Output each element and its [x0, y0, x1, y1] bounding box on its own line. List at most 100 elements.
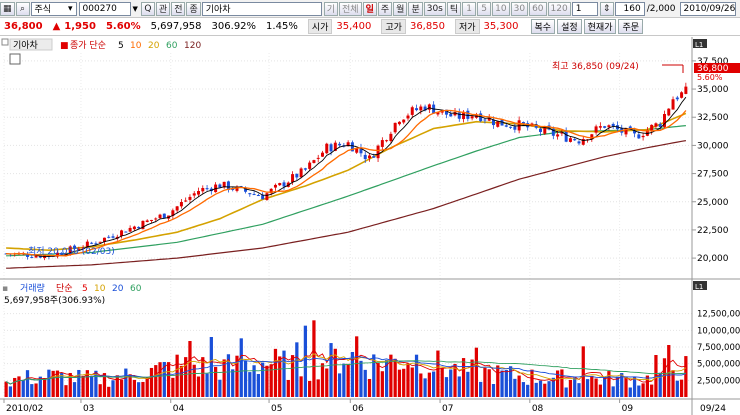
period-button-120[interactable]: 120 [547, 1, 571, 16]
candle-up [149, 219, 153, 221]
stock-button[interactable]: 종 [186, 1, 201, 16]
ma-legend-20: 20 [148, 41, 160, 51]
panel-toggle-icon[interactable] [1, 38, 9, 46]
volume-bar [585, 379, 590, 397]
volume-bar [513, 378, 517, 397]
candle-down [338, 143, 342, 146]
candle-down [415, 108, 419, 111]
candle-up [154, 218, 158, 220]
turnover-rate: 1.45% [266, 21, 298, 32]
price-tick-label: 25,000 [697, 198, 729, 208]
candle-down [564, 131, 568, 142]
candle-up [184, 200, 188, 202]
spin-icon[interactable]: ⇕ [599, 1, 614, 16]
candle-up [594, 126, 598, 133]
volume-bar [107, 386, 111, 397]
watchlist-button[interactable]: 관 [155, 1, 171, 16]
period-button-1[interactable]: 전체 [339, 1, 362, 16]
volume-bar [547, 381, 551, 397]
time-tick-label: 2010/02 [6, 404, 43, 414]
current-price: 36,800 [4, 21, 43, 32]
period-button-0[interactable]: 기 [323, 1, 339, 16]
search-button[interactable]: Q [140, 1, 155, 16]
chevron-down-icon[interactable]: ▼ [133, 5, 138, 13]
change-percent: 5.60% [105, 21, 141, 32]
volume-axis-tag-text: L1 [695, 283, 703, 291]
candle-up [385, 140, 389, 142]
period-button-month[interactable]: 월 [393, 1, 408, 16]
all-button[interactable]: 전 [171, 1, 186, 16]
search-icon[interactable]: ⌕ [15, 1, 30, 16]
volume-bar [252, 365, 256, 397]
volume-bar [598, 384, 602, 397]
count-input[interactable]: 160 [614, 1, 645, 16]
candle-up [291, 174, 295, 183]
candle-down [248, 193, 252, 195]
period-button-60[interactable]: 60 [529, 1, 547, 16]
volume-ratio: 306.92% [211, 21, 257, 32]
period-button-tick[interactable]: 틱 [446, 1, 462, 16]
period-button-30[interactable]: 30 [510, 1, 529, 16]
current-price-button[interactable]: 현재가 [583, 19, 617, 34]
multi-button[interactable]: 복수 [530, 19, 556, 34]
candle-down [457, 112, 461, 119]
date-input[interactable]: 2010/09/26 [679, 1, 736, 16]
interval-spin-input[interactable]: 1 [571, 1, 598, 16]
ma-legend-marker: ■ [60, 41, 69, 51]
volume-bar [444, 377, 449, 397]
stock-chart[interactable]: 기아차 ■ 종가 단순 5 10 20 60 120 L1 L1 최고 36,8… [0, 37, 740, 415]
quote-bar: 36,800 ▲ 1,950 5.60% 5,697,958 306.92% 1… [0, 18, 740, 36]
period-button-minute[interactable]: 분 [408, 1, 423, 16]
grid-icon[interactable]: ▦ [0, 1, 15, 16]
period-button-10[interactable]: 10 [492, 1, 510, 16]
price-axis-tag-text: L1 [695, 41, 703, 49]
count-total: /2,000 [646, 3, 676, 14]
period-button-5[interactable]: 5 [477, 1, 492, 16]
ma-legend-120: 120 [184, 41, 201, 51]
candle-down [573, 139, 577, 141]
volume-bar [256, 374, 260, 397]
volume-tick-label: 12,500,000 [697, 310, 740, 320]
candle-down [252, 194, 256, 196]
period-button-day[interactable]: 일 [362, 1, 377, 16]
candle-up [680, 92, 684, 98]
volume-bar [98, 384, 102, 397]
volume-bar [410, 367, 414, 397]
volume-bar [166, 362, 171, 397]
indicator-checkbox[interactable] [9, 53, 21, 65]
candle-down [372, 156, 376, 158]
candle-up [556, 134, 560, 137]
candle-up [320, 152, 324, 157]
volume-bar [4, 381, 8, 397]
low-price: 35,300 [483, 21, 519, 32]
volume-bar [684, 356, 688, 397]
order-button[interactable]: 주문 [618, 19, 644, 34]
volume-tick-label: 5,000,000 [697, 360, 740, 370]
candle-up [308, 162, 312, 169]
volume-bar [427, 372, 431, 397]
candle-down [90, 242, 94, 244]
candle-down [577, 141, 581, 144]
volume-bar [316, 379, 320, 397]
volume-bar [603, 376, 607, 397]
volume-bar [436, 350, 440, 397]
candle-up [393, 122, 397, 133]
settings-button[interactable]: 설정 [557, 19, 582, 34]
volume-bar [479, 381, 483, 397]
code-input[interactable]: 000270 [78, 1, 131, 16]
period-button-week[interactable]: 주 [377, 1, 393, 16]
volume-bar [201, 357, 205, 397]
price-change: 1,950 [64, 21, 96, 32]
candle-up [406, 115, 410, 119]
volume-panel-marker: ▪ [2, 284, 8, 294]
candle-up [201, 188, 205, 192]
period-button-1[interactable]: 1 [462, 1, 477, 16]
volume-bar [132, 379, 137, 397]
volume-bar [440, 368, 444, 397]
stock-name-field: 기아차 [201, 1, 322, 16]
period-button-30s[interactable]: 30s [423, 1, 446, 16]
volume-bar [650, 384, 654, 397]
volume-bar [543, 383, 547, 397]
candle-down [449, 113, 453, 117]
market-select[interactable]: 주식 ▾ [30, 1, 77, 16]
